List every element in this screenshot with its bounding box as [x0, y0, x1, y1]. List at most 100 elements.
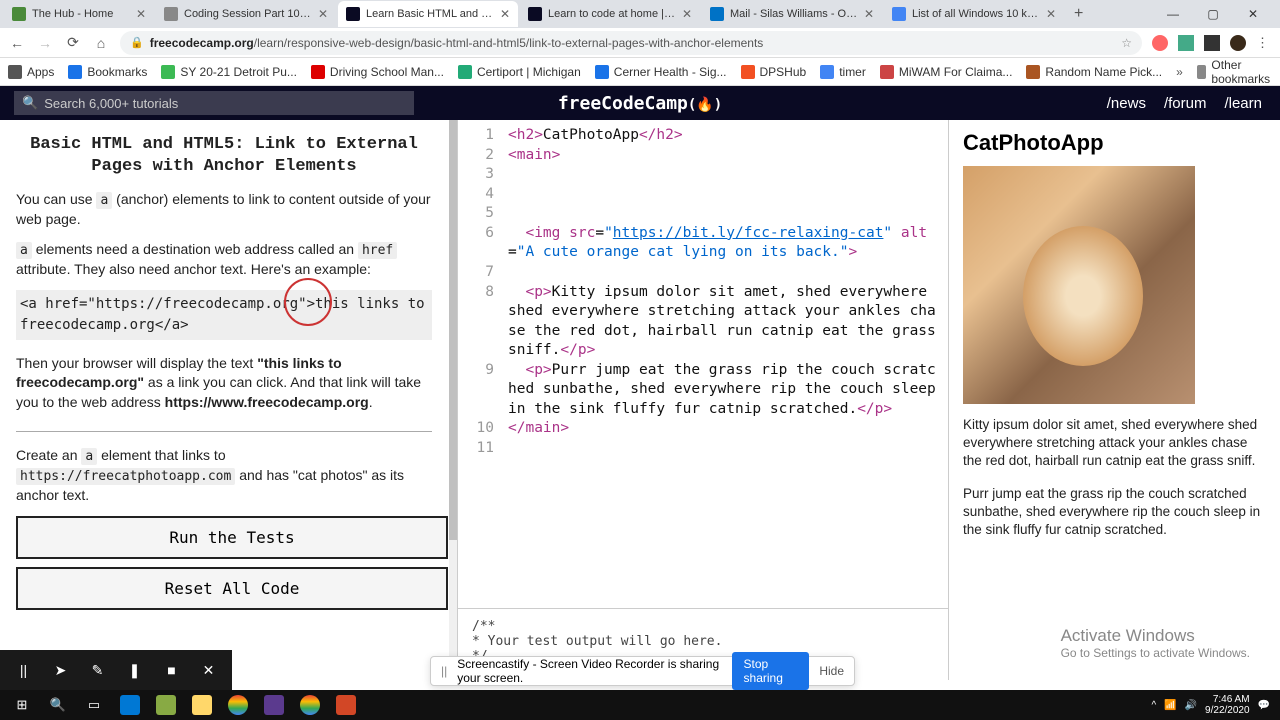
- close-icon[interactable]: ✕: [500, 7, 510, 21]
- code-line[interactable]: 7: [458, 263, 948, 283]
- code-line[interactable]: 8 <p>Kitty ipsum dolor sit amet, shed ev…: [458, 283, 948, 361]
- task-view-button[interactable]: ▭: [76, 691, 112, 719]
- profile-avatar[interactable]: [1230, 35, 1246, 51]
- code-line[interactable]: 3: [458, 165, 948, 185]
- other-bookmarks[interactable]: Other bookmarks: [1197, 58, 1275, 86]
- tab-favicon: [346, 7, 360, 21]
- nav-news[interactable]: /news: [1107, 95, 1146, 112]
- tray-wifi-icon[interactable]: 📶: [1164, 700, 1176, 711]
- code-line[interactable]: 4: [458, 185, 948, 205]
- pen-icon[interactable]: ✎: [84, 656, 111, 684]
- run-tests-button[interactable]: Run the Tests: [16, 516, 448, 559]
- close-icon[interactable]: ✕: [864, 7, 874, 21]
- fcc-header: 🔍 Search 6,000+ tutorials freeCodeCamp(🔥…: [0, 86, 1280, 120]
- bookmark-item[interactable]: Cerner Health - Sig...: [595, 65, 727, 79]
- url-input[interactable]: 🔒 freecodecamp.org/learn/responsive-web-…: [120, 31, 1142, 55]
- marker-icon[interactable]: ❚: [121, 656, 148, 684]
- extension-icon[interactable]: [1152, 35, 1168, 51]
- search-input[interactable]: 🔍 Search 6,000+ tutorials: [14, 91, 414, 115]
- code-line[interactable]: 6 <img src="https://bit.ly/fcc-relaxing-…: [458, 224, 948, 263]
- bookmark-item[interactable]: Bookmarks: [68, 65, 147, 79]
- browser-tab[interactable]: Learn to code at home | free✕: [520, 1, 700, 27]
- tab-title: Learn Basic HTML and HTML: [366, 8, 494, 20]
- maximize-button[interactable]: ▢: [1198, 7, 1228, 21]
- bookmarks-overflow[interactable]: »: [1176, 65, 1183, 79]
- url-text: freecodecamp.org/learn/responsive-web-de…: [150, 36, 764, 50]
- taskbar-app[interactable]: [184, 691, 220, 719]
- preview-panel: CatPhotoApp Kitty ipsum dolor sit amet, …: [948, 120, 1280, 680]
- bookmark-favicon: [820, 65, 834, 79]
- tray-volume-icon[interactable]: 🔊: [1185, 700, 1197, 711]
- bookmark-favicon: [68, 65, 82, 79]
- reset-code-button[interactable]: Reset All Code: [16, 567, 448, 610]
- bookmark-item[interactable]: MiWAM For Claima...: [880, 65, 1013, 79]
- code-editor[interactable]: 1<h2>CatPhotoApp</h2>2<main>3456 <img sr…: [458, 120, 948, 608]
- browser-tab[interactable]: Coding Session Part 10-18 | ✕: [156, 1, 336, 27]
- bookmark-item[interactable]: Certiport | Michigan: [458, 65, 581, 79]
- code-line[interactable]: 11: [458, 439, 948, 459]
- line-number: 4: [458, 185, 508, 205]
- nav-forum[interactable]: /forum: [1164, 95, 1207, 112]
- divider: [16, 431, 432, 432]
- taskbar-app[interactable]: [328, 691, 364, 719]
- tray-chevron-icon[interactable]: ^: [1151, 700, 1156, 711]
- taskbar-app[interactable]: [112, 691, 148, 719]
- back-button[interactable]: ←: [8, 35, 26, 51]
- taskbar-app[interactable]: [292, 691, 328, 719]
- code-line[interactable]: 5: [458, 204, 948, 224]
- address-bar: ← → ⟳ ⌂ 🔒 freecodecamp.org/learn/respons…: [0, 28, 1280, 58]
- close-icon[interactable]: ✕: [318, 7, 328, 21]
- code-line[interactable]: 10</main>: [458, 419, 948, 439]
- fcc-logo[interactable]: freeCodeCamp(🔥): [558, 93, 722, 114]
- browser-tab[interactable]: The Hub - Home✕: [4, 1, 154, 27]
- pause-share-icon[interactable]: ||: [441, 664, 447, 678]
- extension-icon[interactable]: [1178, 35, 1194, 51]
- star-icon[interactable]: ☆: [1121, 36, 1132, 50]
- home-button[interactable]: ⌂: [92, 35, 110, 51]
- close-icon[interactable]: ✕: [136, 7, 146, 21]
- cursor-icon[interactable]: ➤: [47, 656, 74, 684]
- code-line[interactable]: 2<main>: [458, 146, 948, 166]
- extension-puzzle-icon[interactable]: [1204, 35, 1220, 51]
- taskbar-app[interactable]: [220, 691, 256, 719]
- bookmark-favicon: [458, 65, 472, 79]
- bookmark-item[interactable]: SY 20-21 Detroit Pu...: [161, 65, 297, 79]
- close-window-button[interactable]: ✕: [1238, 7, 1268, 21]
- bookmark-item[interactable]: Driving School Man...: [311, 65, 444, 79]
- screencastify-toolbar: || ➤ ✎ ❚ ■ ✕: [0, 650, 232, 690]
- close-icon[interactable]: ✕: [682, 7, 692, 21]
- clock[interactable]: 7:46 AM 9/22/2020: [1205, 694, 1250, 716]
- bookmark-label: Cerner Health - Sig...: [614, 65, 727, 79]
- pause-icon[interactable]: ||: [10, 656, 37, 684]
- bookmark-item[interactable]: DPSHub: [741, 65, 807, 79]
- close-toolbar-icon[interactable]: ✕: [195, 656, 222, 684]
- scrollbar[interactable]: [449, 120, 457, 680]
- tab-title: List of all Windows 10 keybo: [912, 8, 1040, 20]
- bookmark-item[interactable]: timer: [820, 65, 866, 79]
- nav-learn[interactable]: /learn: [1224, 95, 1262, 112]
- reload-button[interactable]: ⟳: [64, 34, 82, 51]
- lesson-title: Basic HTML and HTML5: Link to External P…: [16, 134, 432, 178]
- code-line[interactable]: 1<h2>CatPhotoApp</h2>: [458, 126, 948, 146]
- bookmark-item[interactable]: Random Name Pick...: [1026, 65, 1162, 79]
- browser-tab[interactable]: List of all Windows 10 keybo ✕: [884, 1, 1064, 27]
- code-line[interactable]: 9 <p>Purr jump eat the grass rip the cou…: [458, 361, 948, 420]
- browser-tab[interactable]: Learn Basic HTML and HTML ✕: [338, 1, 518, 27]
- search-button[interactable]: 🔍: [40, 691, 76, 719]
- taskbar-app[interactable]: [256, 691, 292, 719]
- start-button[interactable]: ⊞: [4, 691, 40, 719]
- stop-sharing-button[interactable]: Stop sharing: [732, 652, 810, 690]
- browser-tab[interactable]: Mail - Silas Williams - Outloo✕: [702, 1, 882, 27]
- camera-icon[interactable]: ■: [158, 656, 185, 684]
- line-number: 5: [458, 204, 508, 224]
- notifications-icon[interactable]: 💬: [1258, 700, 1270, 711]
- menu-icon[interactable]: ⋮: [1256, 35, 1272, 51]
- taskbar-app[interactable]: [148, 691, 184, 719]
- bookmark-favicon: [595, 65, 609, 79]
- close-icon[interactable]: ✕: [1046, 7, 1056, 21]
- minimize-button[interactable]: —: [1158, 7, 1188, 21]
- hide-share-button[interactable]: Hide: [819, 664, 844, 678]
- bookmark-item[interactable]: Apps: [8, 65, 54, 79]
- new-tab-button[interactable]: +: [1066, 5, 1091, 23]
- forward-button[interactable]: →: [36, 35, 54, 51]
